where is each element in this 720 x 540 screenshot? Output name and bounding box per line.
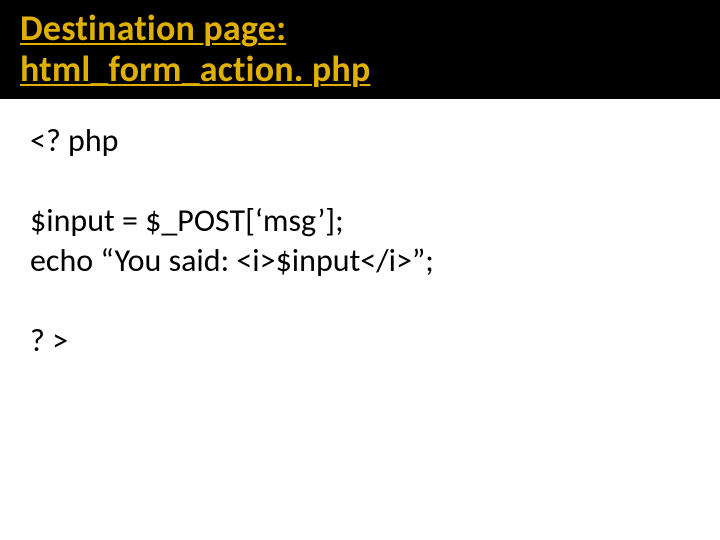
code-line-open: <? php: [30, 121, 690, 161]
slide: Destination page: html_form_action. php …: [0, 0, 720, 540]
code-line-close: ? >: [30, 321, 690, 361]
blank-line: [30, 161, 690, 201]
slide-body: <? php $input = $_POST[‘msg’]; echo “You…: [0, 99, 720, 361]
title-line-2: html_form_action. php: [20, 47, 370, 91]
title-line-1: Destination page:: [20, 6, 286, 50]
code-line-assign: $input = $_POST[‘msg’];: [30, 201, 690, 241]
code-line-echo: echo “You said: <i>$input</i>”;: [30, 241, 690, 281]
title-bar: Destination page: html_form_action. php: [0, 0, 720, 99]
slide-title: Destination page: html_form_action. php: [20, 8, 700, 91]
blank-line: [30, 281, 690, 321]
